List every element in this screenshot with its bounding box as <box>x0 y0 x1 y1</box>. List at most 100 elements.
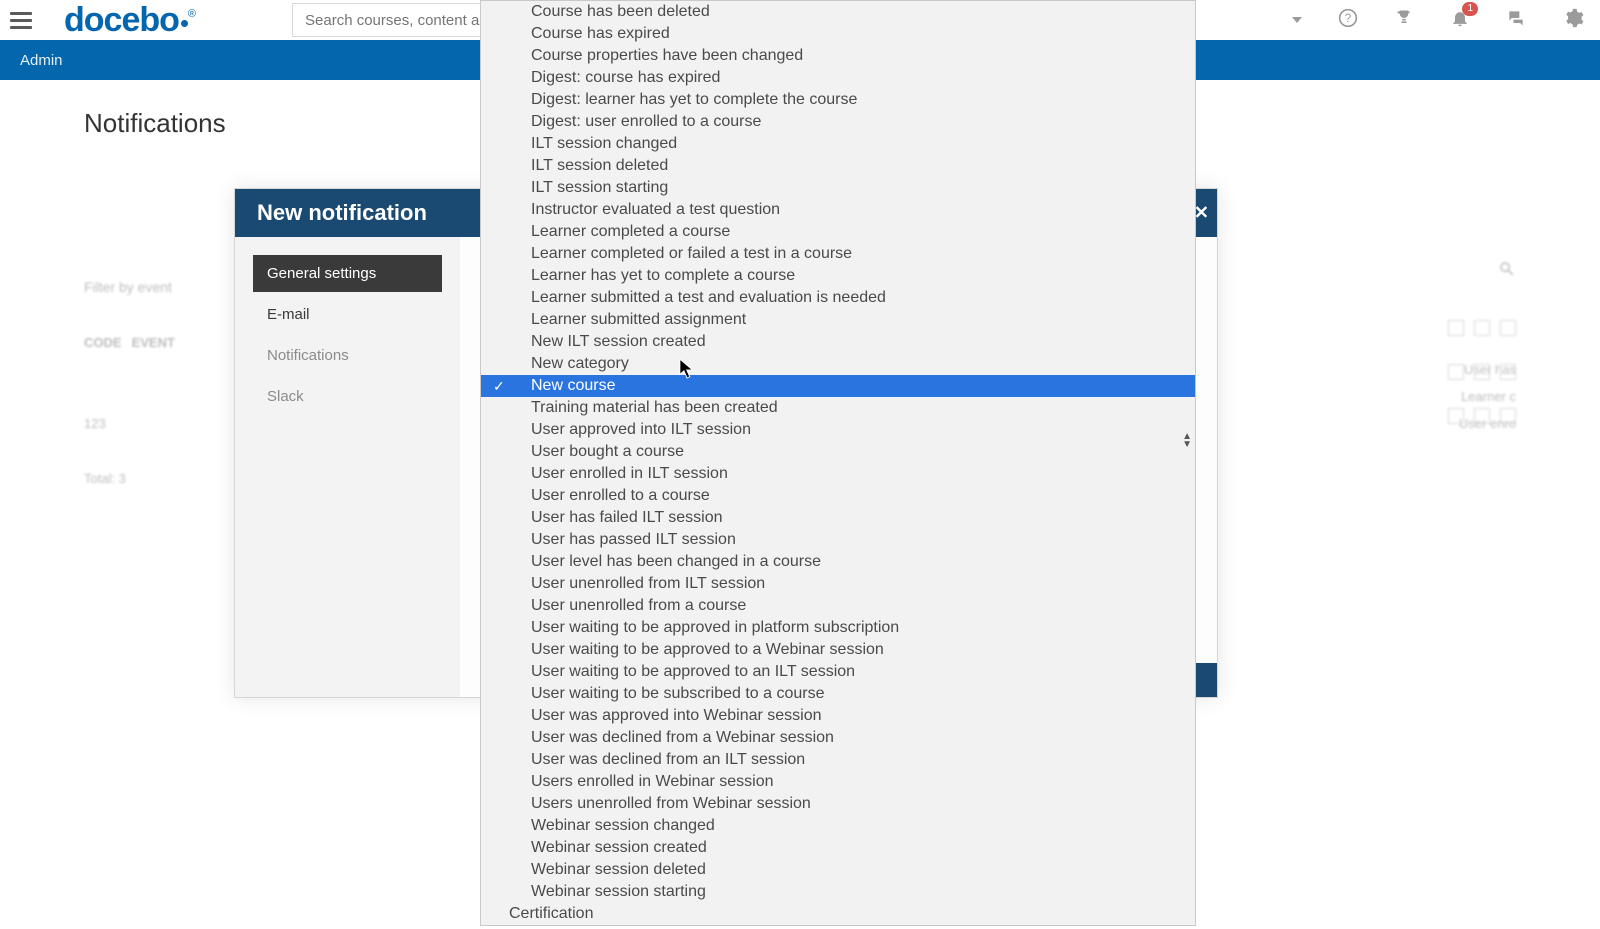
dropdown-item[interactable]: User waiting to be approved to a Webinar… <box>481 639 1195 661</box>
dropdown-item-label: New ILT session created <box>531 333 706 350</box>
dropdown-item-label: User enrolled to a course <box>531 487 710 504</box>
dropdown-item-label: User waiting to be approved to an ILT se… <box>531 663 855 680</box>
dropdown-item[interactable]: Webinar session changed <box>481 815 1195 837</box>
dropdown-scroll-arrows-icon[interactable]: ▲▼ <box>1182 433 1192 449</box>
hamburger-menu-icon[interactable] <box>10 6 38 34</box>
dropdown-item[interactable]: Instructor evaluated a test question <box>481 199 1195 221</box>
dropdown-item-label: Learner submitted assignment <box>531 311 746 328</box>
gear-icon[interactable] <box>1562 7 1584 34</box>
svg-text:?: ? <box>1345 12 1352 25</box>
dropdown-item[interactable]: User enrolled to a course <box>481 485 1195 507</box>
dropdown-item[interactable]: User level has been changed in a course <box>481 551 1195 573</box>
dropdown-item[interactable]: Webinar session starting <box>481 881 1195 903</box>
dropdown-item-label: Users enrolled in Webinar session <box>531 773 773 790</box>
sidebar-item-general[interactable]: General settings <box>253 255 442 292</box>
dropdown-item-label: Certification <box>509 905 593 922</box>
dropdown-item[interactable]: ILT session starting <box>481 177 1195 199</box>
chat-icon[interactable] <box>1506 8 1526 33</box>
dropdown-item-label: Webinar session starting <box>531 883 706 900</box>
dropdown-item[interactable]: User was declined from a Webinar session <box>481 727 1195 749</box>
dropdown-item[interactable]: User unenrolled from ILT session <box>481 573 1195 595</box>
dropdown-item-label: User was approved into Webinar session <box>531 707 822 724</box>
dropdown-item[interactable]: New category <box>481 353 1195 375</box>
dropdown-item-label: User waiting to be approved in platform … <box>531 619 899 636</box>
dropdown-item-label: User was declined from a Webinar session <box>531 729 834 746</box>
bell-icon[interactable]: 1 <box>1450 8 1470 33</box>
dropdown-item[interactable]: Webinar session deleted <box>481 859 1195 881</box>
dropdown-item[interactable]: Users unenrolled from Webinar session <box>481 793 1195 815</box>
dropdown-item[interactable]: User waiting to be approved in platform … <box>481 617 1195 639</box>
event-dropdown[interactable]: Course has been deleted Course has expire… <box>480 0 1196 926</box>
dropdown-item-label: Digest: user enrolled to a course <box>531 113 761 130</box>
dropdown-item[interactable]: ILT session deleted <box>481 155 1195 177</box>
trophy-icon[interactable] <box>1394 8 1414 33</box>
dropdown-item[interactable]: User was approved into Webinar session <box>481 705 1195 727</box>
dropdown-item[interactable]: User was declined from an ILT session <box>481 749 1195 771</box>
dropdown-item[interactable]: User unenrolled from a course <box>481 595 1195 617</box>
dropdown-item[interactable]: Course has expired <box>481 23 1195 45</box>
dropdown-item[interactable]: Webinar session created <box>481 837 1195 859</box>
dropdown-item[interactable]: Training material has been created <box>481 397 1195 419</box>
dropdown-item[interactable]: User has passed ILT session <box>481 529 1195 551</box>
dropdown-item-label: Instructor evaluated a test question <box>531 201 780 218</box>
top-right-icons: ? 1 <box>1292 0 1584 40</box>
sidebar-item-notifications[interactable]: Notifications <box>253 337 442 374</box>
modal-sidebar: General settings E-mail Notifications Sl… <box>235 237 460 697</box>
dropdown-item-label: User unenrolled from a course <box>531 597 746 614</box>
dropdown-item-label: Course properties have been changed <box>531 47 803 64</box>
modal-title: New notification <box>257 200 427 226</box>
sidebar-item-slack[interactable]: Slack <box>253 378 442 415</box>
dropdown-item-label: ILT session starting <box>531 179 668 196</box>
dropdown-item-label: User unenrolled from ILT session <box>531 575 765 592</box>
dropdown-item-label: Digest: course has expired <box>531 69 720 86</box>
dropdown-item[interactable]: Digest: course has expired <box>481 67 1195 89</box>
dropdown-item-label: User bought a course <box>531 443 684 460</box>
dropdown-item-label: User level has been changed in a course <box>531 553 821 570</box>
dropdown-item-label: User has passed ILT session <box>531 531 736 548</box>
logo[interactable]: docebo ® <box>64 1 196 40</box>
dropdown-item[interactable]: Learner has yet to complete a course <box>481 265 1195 287</box>
dropdown-item-label: New category <box>531 355 629 372</box>
dropdown-item[interactable]: Learner completed or failed a test in a … <box>481 243 1195 265</box>
user-menu-caret-icon[interactable] <box>1292 17 1302 23</box>
dropdown-item-label: User waiting to be approved to a Webinar… <box>531 641 884 658</box>
dropdown-item[interactable]: User bought a course <box>481 441 1195 463</box>
dropdown-item-label: Digest: learner has yet to complete the … <box>531 91 857 108</box>
dropdown-item-label: Webinar session deleted <box>531 861 706 878</box>
dropdown-item[interactable]: Learner submitted a test and evaluation … <box>481 287 1195 309</box>
dropdown-item-label: Course has expired <box>531 25 670 42</box>
dropdown-item[interactable]: Course has been deleted <box>481 1 1195 23</box>
dropdown-item-label: User waiting to be subscribed to a cours… <box>531 685 824 702</box>
sidebar-item-email[interactable]: E-mail <box>253 296 442 333</box>
mouse-cursor-icon <box>679 358 697 385</box>
dropdown-item[interactable]: User has failed ILT session <box>481 507 1195 529</box>
dropdown-item-label: User enrolled in ILT session <box>531 465 728 482</box>
dropdown-item[interactable]: Digest: learner has yet to complete the … <box>481 89 1195 111</box>
dropdown-item[interactable]: ILT session changed <box>481 133 1195 155</box>
dropdown-item[interactable]: User waiting to be subscribed to a cours… <box>481 683 1195 705</box>
dropdown-group[interactable]: Certification <box>481 903 1195 925</box>
dropdown-item-label: Users unenrolled from Webinar session <box>531 795 811 812</box>
dropdown-item[interactable]: New ILT session created <box>481 331 1195 353</box>
dropdown-item[interactable]: User approved into ILT session <box>481 419 1195 441</box>
dropdown-item[interactable]: Course properties have been changed <box>481 45 1195 67</box>
dropdown-item-label: Webinar session created <box>531 839 707 856</box>
dropdown-item[interactable]: Learner submitted assignment <box>481 309 1195 331</box>
dropdown-item-label: New course <box>531 377 615 394</box>
notif-badge: 1 <box>1462 2 1478 16</box>
breadcrumb-label: Admin <box>20 52 63 69</box>
dropdown-item-label: User approved into ILT session <box>531 421 751 438</box>
dropdown-item-label: ILT session changed <box>531 135 677 152</box>
dropdown-item[interactable]: User waiting to be approved to an ILT se… <box>481 661 1195 683</box>
dropdown-item[interactable]: Users enrolled in Webinar session <box>481 771 1195 793</box>
dropdown-item[interactable]: ✓New course <box>481 375 1195 397</box>
help-icon[interactable]: ? <box>1338 8 1358 33</box>
dropdown-item-label: Course has been deleted <box>531 3 710 20</box>
dropdown-item-label: User has failed ILT session <box>531 509 723 526</box>
dropdown-item-label: Learner completed a course <box>531 223 730 240</box>
dropdown-item-label: Learner has yet to complete a course <box>531 267 795 284</box>
dropdown-item[interactable]: Digest: user enrolled to a course <box>481 111 1195 133</box>
dropdown-item[interactable]: Learner completed a course <box>481 221 1195 243</box>
dropdown-item[interactable]: User enrolled in ILT session <box>481 463 1195 485</box>
dropdown-item-label: Training material has been created <box>531 399 778 416</box>
